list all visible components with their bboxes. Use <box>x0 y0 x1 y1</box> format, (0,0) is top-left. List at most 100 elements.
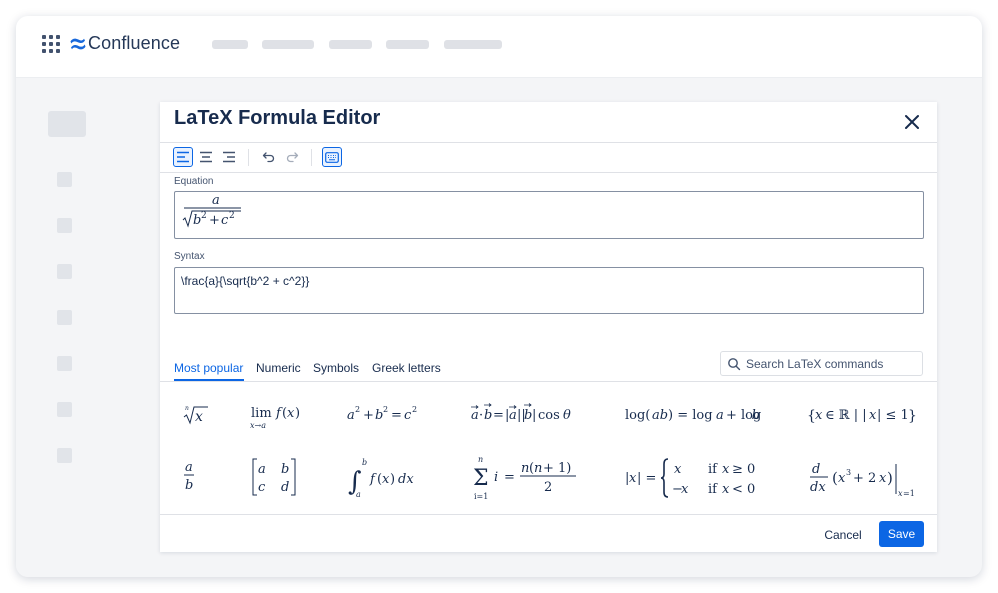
keyboard-button[interactable] <box>322 147 342 167</box>
formula-pythagoras[interactable]: a 2 + b 2 = c 2 <box>346 402 426 428</box>
svg-text:}: } <box>908 408 917 424</box>
sidebar-item[interactable] <box>57 172 72 187</box>
latex-editor-dialog: LaTeX Formula Editor Equation a b 2 + c … <box>160 102 937 552</box>
sidebar-item[interactable] <box>57 448 72 463</box>
svg-text:Σ: Σ <box>473 466 489 491</box>
redo-button[interactable] <box>282 147 302 167</box>
app-grid-icon[interactable] <box>42 35 60 53</box>
svg-text:c: c <box>404 408 412 423</box>
equation-preview[interactable]: a b 2 + c 2 <box>174 191 924 239</box>
svg-text:b: b <box>752 408 760 423</box>
svg-text:2: 2 <box>229 211 235 221</box>
svg-text:|: | <box>532 408 536 423</box>
toolbar-divider <box>248 149 249 166</box>
search-icon <box>728 358 741 371</box>
svg-text:b: b <box>484 408 492 423</box>
svg-text:n: n <box>478 455 483 464</box>
svg-text:+ 1): + 1) <box>543 461 571 476</box>
svg-text:) = log: ) = log <box>668 408 713 423</box>
footer-divider <box>160 514 937 515</box>
tab-numeric[interactable]: Numeric <box>256 361 301 375</box>
tab-most-popular[interactable]: Most popular <box>174 361 243 375</box>
svg-text:a: a <box>347 408 355 423</box>
svg-text:2: 2 <box>201 211 207 221</box>
svg-text:+ 2: + 2 <box>853 471 876 486</box>
tab-greek-letters[interactable]: Greek letters <box>372 361 441 375</box>
svg-text:d: d <box>281 480 289 495</box>
undo-button[interactable] <box>259 147 279 167</box>
sidebar-item[interactable] <box>57 402 72 417</box>
svg-text:=: = <box>493 408 504 423</box>
align-right-button[interactable] <box>219 147 239 167</box>
svg-text:x→a: x→a <box>250 421 266 430</box>
svg-text:n: n <box>534 461 542 476</box>
tab-symbols[interactable]: Symbols <box>313 361 359 375</box>
formula-matrix[interactable]: a b c d <box>252 456 296 498</box>
formula-summation[interactable]: n Σ i=1 i = n ( n + 1) 2 <box>472 452 582 502</box>
svg-text:a: a <box>212 193 220 208</box>
svg-text:): ) <box>887 469 893 487</box>
toolbar-divider <box>311 149 312 166</box>
svg-text:log(: log( <box>625 408 650 423</box>
formula-derivative[interactable]: d dx ( x 3 + 2 x ) x =1 <box>808 456 922 500</box>
svg-text:x: x <box>838 471 846 486</box>
svg-text:=1: =1 <box>903 489 915 498</box>
svg-text:2: 2 <box>383 405 388 414</box>
app-title[interactable]: Confluence <box>88 33 180 54</box>
formula-dot-product[interactable]: a · b = | a || b | cos θ <box>470 402 576 428</box>
sidebar-item[interactable] <box>57 310 72 325</box>
svg-text:b: b <box>362 458 367 467</box>
sidebar-item[interactable] <box>57 218 72 233</box>
close-icon[interactable] <box>900 110 924 134</box>
nav-placeholder <box>262 40 314 49</box>
svg-text:x: x <box>815 408 823 423</box>
svg-text:a: a <box>716 408 724 423</box>
svg-text:a: a <box>185 460 193 475</box>
redo-icon <box>286 152 299 163</box>
nav-placeholder <box>444 40 502 49</box>
cancel-button[interactable]: Cancel <box>818 523 868 547</box>
svg-text:2: 2 <box>544 480 552 495</box>
formula-sqrt-x[interactable]: n x <box>182 402 212 428</box>
svg-text:≥ 0: ≥ 0 <box>732 462 755 477</box>
svg-text:d: d <box>812 462 820 477</box>
svg-text:c: c <box>221 213 229 228</box>
svg-text:a: a <box>356 490 361 499</box>
nav-placeholder <box>212 40 248 49</box>
svg-text:x: x <box>722 482 730 497</box>
svg-text:(: ( <box>832 469 838 487</box>
svg-text:x: x <box>287 406 295 421</box>
align-center-button[interactable] <box>196 147 216 167</box>
formula-integral[interactable]: ∫ b a f ( x ) dx <box>346 454 426 500</box>
editor-toolbar <box>160 142 937 173</box>
sidebar <box>16 78 116 577</box>
svg-text:i: i <box>494 470 498 485</box>
undo-icon <box>262 152 275 163</box>
svg-text:x: x <box>195 409 203 425</box>
svg-text:x: x <box>681 482 689 497</box>
sidebar-item[interactable] <box>57 356 72 371</box>
search-placeholder: Search LaTeX commands <box>746 357 884 371</box>
syntax-input[interactable]: \frac{a}{\sqrt{b^2 + c^2}} <box>174 267 924 314</box>
svg-text:cos: cos <box>538 408 560 423</box>
svg-text:x: x <box>629 471 637 486</box>
formula-absolute-piecewise[interactable]: | x | = x if x ≥ 0 − x if x < 0 <box>624 456 760 500</box>
svg-text:if: if <box>708 462 718 477</box>
search-latex-input[interactable]: Search LaTeX commands <box>720 351 923 376</box>
save-button[interactable]: Save <box>879 521 924 547</box>
formula-limit[interactable]: lim x→a f ( x ) <box>250 402 310 432</box>
svg-text:x: x <box>722 462 730 477</box>
svg-text:+: + <box>363 408 374 423</box>
sidebar-item[interactable] <box>57 264 72 279</box>
equation-render: a b 2 + c 2 <box>182 193 241 228</box>
formula-set-builder[interactable]: { x ∈ ℝ | | x | ≤ 1 } <box>806 402 918 428</box>
formula-fraction[interactable]: a b <box>182 458 202 494</box>
svg-text:lim: lim <box>251 406 272 421</box>
svg-text:2: 2 <box>412 405 417 414</box>
svg-text:i=1: i=1 <box>474 492 488 501</box>
svg-text:a: a <box>509 408 517 423</box>
svg-text:dx: dx <box>810 480 826 495</box>
align-left-button[interactable] <box>173 147 193 167</box>
svg-text:=: = <box>504 470 515 485</box>
formula-log-product[interactable]: log( ab ) = log a + log b <box>624 402 766 428</box>
